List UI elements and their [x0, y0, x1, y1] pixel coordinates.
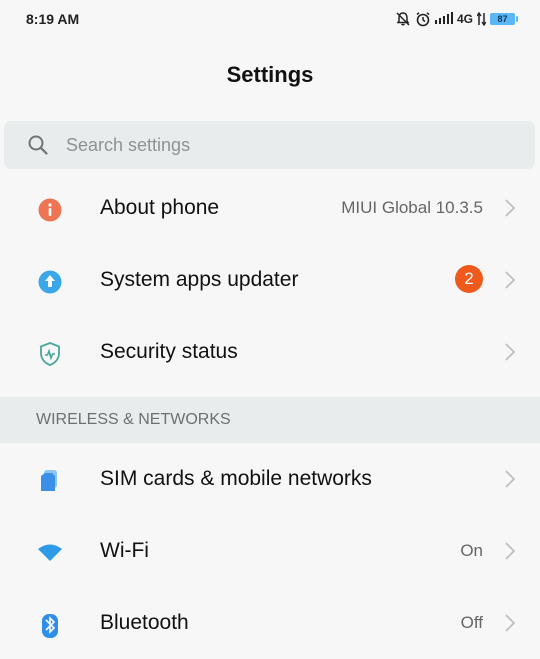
section-header-wireless-networks: WIRELESS & NETWORKS: [0, 397, 540, 443]
chevron-right-icon: [504, 541, 516, 566]
status-bar: 8:19 AM 4G 87: [0, 0, 540, 40]
mute-bell-icon: [395, 11, 411, 27]
settings-item-label: Bluetooth: [100, 611, 189, 634]
update-count-badge: 2: [455, 265, 483, 293]
chevron-right-icon: [504, 342, 516, 367]
page-title: Settings: [226, 62, 314, 87]
signal-icon: [434, 12, 453, 26]
update-arrow-icon: [36, 268, 64, 296]
settings-item-label: System apps updater: [100, 268, 299, 291]
info-icon: [36, 196, 64, 224]
settings-item-bluetooth[interactable]: Bluetooth Off: [0, 587, 540, 659]
status-time: 8:19 AM: [26, 11, 80, 27]
settings-item-value: MIUI Global 10.3.5: [341, 198, 483, 217]
chevron-right-icon: [504, 270, 516, 295]
shield-icon: [36, 340, 64, 368]
search-icon: [28, 135, 48, 160]
settings-item-sim-cards[interactable]: SIM cards & mobile networks: [0, 443, 540, 515]
battery-icon: 87: [490, 13, 518, 26]
sim-card-icon: [36, 467, 64, 495]
network-type-label: 4G: [456, 12, 473, 26]
section-header-label: WIRELESS & NETWORKS: [36, 411, 231, 428]
chevron-right-icon: [504, 198, 516, 223]
search-box[interactable]: [4, 121, 535, 169]
settings-item-wifi[interactable]: Wi-Fi On: [0, 515, 540, 587]
settings-item-label: About phone: [100, 196, 220, 219]
settings-item-about-phone[interactable]: About phone MIUI Global 10.3.5: [0, 172, 540, 244]
data-arrows-icon: [477, 12, 486, 26]
chevron-right-icon: [504, 613, 516, 638]
battery-level: 87: [490, 13, 515, 25]
wifi-icon: [36, 539, 64, 567]
chevron-right-icon: [504, 469, 516, 494]
settings-item-security-status[interactable]: Security status: [0, 316, 540, 388]
settings-item-label: SIM cards & mobile networks: [100, 467, 372, 490]
search-input[interactable]: [66, 121, 486, 169]
status-icons: 4G 87: [395, 10, 518, 28]
bluetooth-icon: [36, 611, 64, 639]
settings-item-value: On: [460, 541, 483, 560]
settings-item-label: Wi-Fi: [100, 539, 149, 562]
settings-item-value: Off: [460, 613, 483, 632]
settings-item-label: Security status: [100, 340, 238, 363]
alarm-icon: [415, 11, 431, 27]
